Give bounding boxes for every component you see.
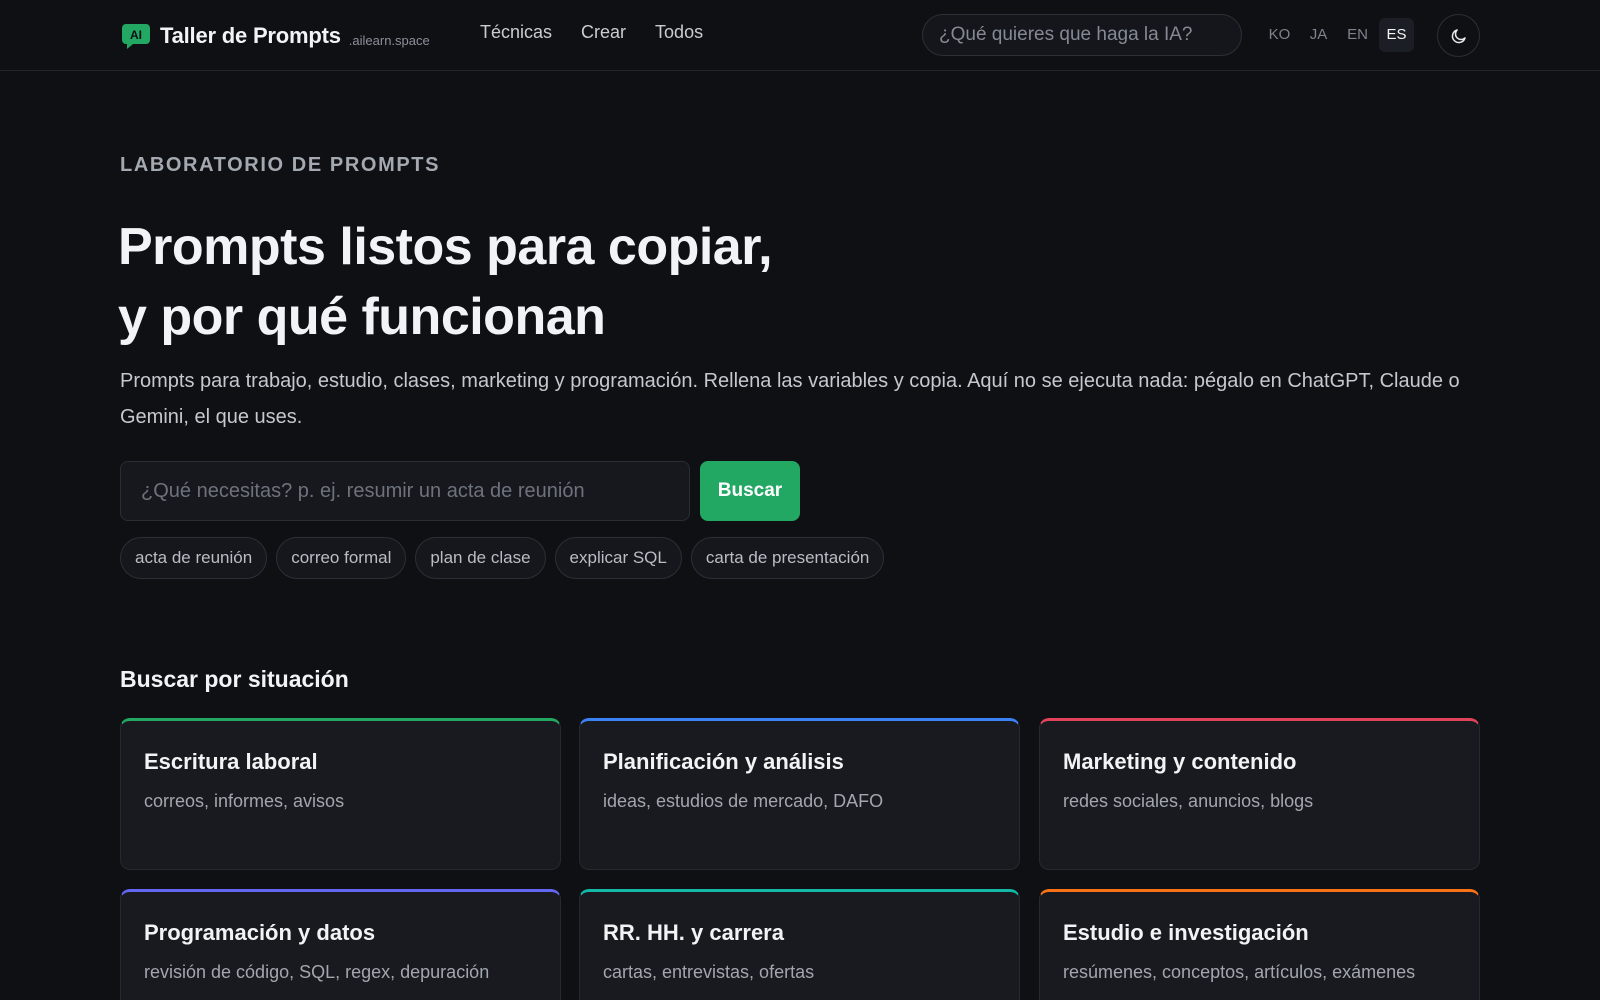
language-option-es[interactable]: ES xyxy=(1379,18,1414,52)
hero-title-line-2: y por qué funcionan xyxy=(118,288,606,346)
brand-domain: .ailearn.space xyxy=(348,32,430,48)
nav-link-crear[interactable]: Crear xyxy=(581,22,626,43)
situation-card-escritura-laboral[interactable]: Escritura laboral correos, informes, avi… xyxy=(120,718,561,870)
hero-eyebrow: LABORATORIO DE PROMPTS xyxy=(120,154,441,176)
header-search-input[interactable] xyxy=(922,14,1242,56)
suggestion-chip[interactable]: carta de presentación xyxy=(690,537,885,579)
situation-card-title: Programación y datos xyxy=(144,920,376,945)
nav-link-tecnicas[interactable]: Técnicas xyxy=(480,22,552,43)
suggestion-chip[interactable]: plan de clase xyxy=(415,537,546,579)
brand[interactable]: AI Taller de Prompts .ailearn.space xyxy=(120,20,430,52)
language-option-ja[interactable]: JA xyxy=(1301,18,1336,52)
main-search-wrapper xyxy=(120,461,690,521)
language-option-en[interactable]: EN xyxy=(1340,18,1375,52)
situation-card-description: ideas, estudios de mercado, DAFO xyxy=(603,791,884,811)
hero-subtitle: Prompts para trabajo, estudio, clases, m… xyxy=(120,370,1460,428)
situation-card-rrhh-carrera[interactable]: RR. HH. y carrera cartas, entrevistas, o… xyxy=(579,889,1020,1000)
brand-logo-icon: AI xyxy=(122,24,150,49)
situation-card-title: RR. HH. y carrera xyxy=(603,920,784,945)
situation-card-marketing-contenido[interactable]: Marketing y contenido redes sociales, an… xyxy=(1039,718,1480,870)
top-navigation-bar: AI Taller de Prompts .ailearn.space Técn… xyxy=(0,0,1600,71)
situation-card-title: Estudio e investigación xyxy=(1063,920,1309,945)
language-switcher: KO JA EN ES xyxy=(1262,18,1414,52)
situation-card-programacion-datos[interactable]: Programación y datos revisión de código,… xyxy=(120,889,561,1000)
situation-card-title: Marketing y contenido xyxy=(1063,749,1297,774)
moon-icon xyxy=(1451,28,1466,43)
suggestion-chip[interactable]: correo formal xyxy=(276,537,407,579)
suggestion-chip[interactable]: explicar SQL xyxy=(554,537,682,579)
theme-toggle-button[interactable] xyxy=(1437,14,1480,57)
main-nav: Técnicas Crear Todos xyxy=(480,22,703,43)
situation-card-description: correos, informes, avisos xyxy=(144,791,345,811)
situation-card-title: Planificación y análisis xyxy=(603,749,844,774)
situation-card-description: cartas, entrevistas, ofertas xyxy=(603,962,815,982)
search-button[interactable]: Buscar xyxy=(700,461,800,521)
hero-title-line-1: Prompts listos para copiar, xyxy=(118,218,773,276)
hero-title: Prompts listos para copiar, y por qué fu… xyxy=(118,212,1018,352)
suggestion-chips: acta de reunión correo formal plan de cl… xyxy=(120,537,885,579)
situation-card-description: revisión de código, SQL, regex, depuraci… xyxy=(144,962,490,982)
situation-card-description: resúmenes, conceptos, artículos, exámene… xyxy=(1063,962,1416,982)
brand-name: Taller de Prompts xyxy=(160,23,341,48)
situations-section-title: Buscar por situación xyxy=(120,666,349,692)
main-search-input[interactable] xyxy=(120,461,690,521)
situation-card-title: Escritura laboral xyxy=(144,749,318,774)
brand-logo-text: AI xyxy=(130,28,142,42)
situation-card-description: redes sociales, anuncios, blogs xyxy=(1063,791,1314,811)
situation-card-estudio-investigacion[interactable]: Estudio e investigación resúmenes, conce… xyxy=(1039,889,1480,1000)
situation-card-planificacion-analisis[interactable]: Planificación y análisis ideas, estudios… xyxy=(579,718,1020,870)
language-option-ko[interactable]: KO xyxy=(1262,18,1297,52)
suggestion-chip[interactable]: acta de reunión xyxy=(120,537,268,579)
nav-link-todos[interactable]: Todos xyxy=(655,22,703,43)
